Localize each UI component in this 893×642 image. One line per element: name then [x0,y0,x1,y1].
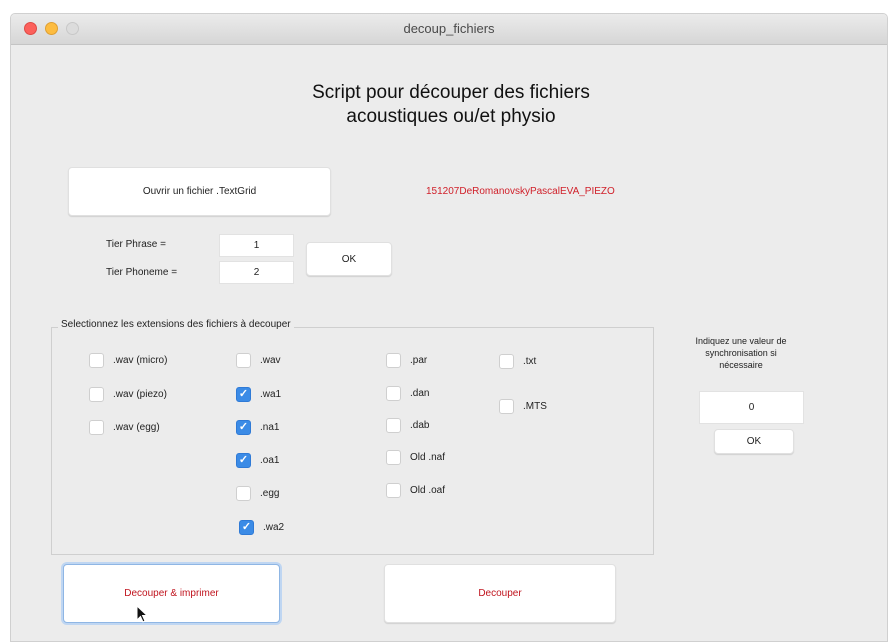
tier-phoneme-input[interactable]: 2 [219,261,294,284]
ext-checkbox-wav-egg[interactable]: .wav (egg) [89,420,160,435]
ext-checkbox-wa1[interactable]: .wa1 [236,387,281,402]
tier-phoneme-label: Tier Phoneme = [106,267,178,278]
cut-button[interactable]: Decouper [384,564,616,623]
ext-checkbox-wa2[interactable]: .wa2 [239,520,284,535]
tier-ok-button[interactable]: OK [306,242,392,276]
checkbox-box[interactable] [89,420,104,435]
ext-checkbox-mts[interactable]: .MTS [499,399,547,414]
checkbox-box[interactable] [386,418,401,433]
checkbox-box[interactable] [499,399,514,414]
open-textgrid-button[interactable]: Ouvrir un fichier .TextGrid [68,167,331,216]
ext-checkbox-par[interactable]: .par [386,353,427,368]
ext-checkbox-oa1[interactable]: .oa1 [236,453,279,468]
page-title-line2: acoustiques ou/et physio [346,106,556,127]
checkbox-box[interactable] [236,453,251,468]
checkbox-box[interactable] [236,387,251,402]
tier-phrase-label: Tier Phrase = [106,239,166,250]
ext-checkbox-na1[interactable]: .na1 [236,420,279,435]
checkbox-box[interactable] [89,353,104,368]
page-title-line1: Script pour découper des fichiers [312,82,590,103]
ext-checkbox-old-oaf[interactable]: Old .oaf [386,483,445,498]
checkbox-box[interactable] [386,483,401,498]
checkbox-box[interactable] [236,353,251,368]
sync-ok-button[interactable]: OK [714,429,794,454]
checkbox-box[interactable] [386,450,401,465]
ext-checkbox-dab[interactable]: .dab [386,418,429,433]
sync-value-input[interactable]: 0 [699,391,804,424]
checkbox-box[interactable] [239,520,254,535]
checkbox-box[interactable] [386,353,401,368]
loaded-file-name: 151207DeRomanovskyPascalEVA_PIEZO [426,186,615,197]
ext-checkbox-old-naf[interactable]: Old .naf [386,450,445,465]
ext-checkbox-wav[interactable]: .wav [236,353,281,368]
extensions-group-title: Selectionnez les extensions des fichiers… [58,319,294,330]
sync-label: Indiquez une valeur de synchronisation s… [695,336,787,370]
checkbox-box[interactable] [236,486,251,501]
title-bar: decoup_fichiers [11,14,887,45]
ext-checkbox-txt[interactable]: .txt [499,354,536,369]
ext-checkbox-wav-piezo[interactable]: .wav (piezo) [89,387,167,402]
app-window: decoup_fichiers Script pour découper des… [10,13,888,642]
cut-and-print-button[interactable]: Decouper & imprimer [63,564,280,623]
checkbox-box[interactable] [499,354,514,369]
ext-checkbox-wav-micro[interactable]: .wav (micro) [89,353,167,368]
ext-checkbox-dan[interactable]: .dan [386,386,429,401]
checkbox-box[interactable] [89,387,104,402]
checkbox-box[interactable] [386,386,401,401]
window-title: decoup_fichiers [403,21,495,36]
checkbox-box[interactable] [236,420,251,435]
tier-phrase-input[interactable]: 1 [219,234,294,257]
mouse-cursor-icon [136,605,149,623]
ext-checkbox-egg[interactable]: .egg [236,486,279,501]
